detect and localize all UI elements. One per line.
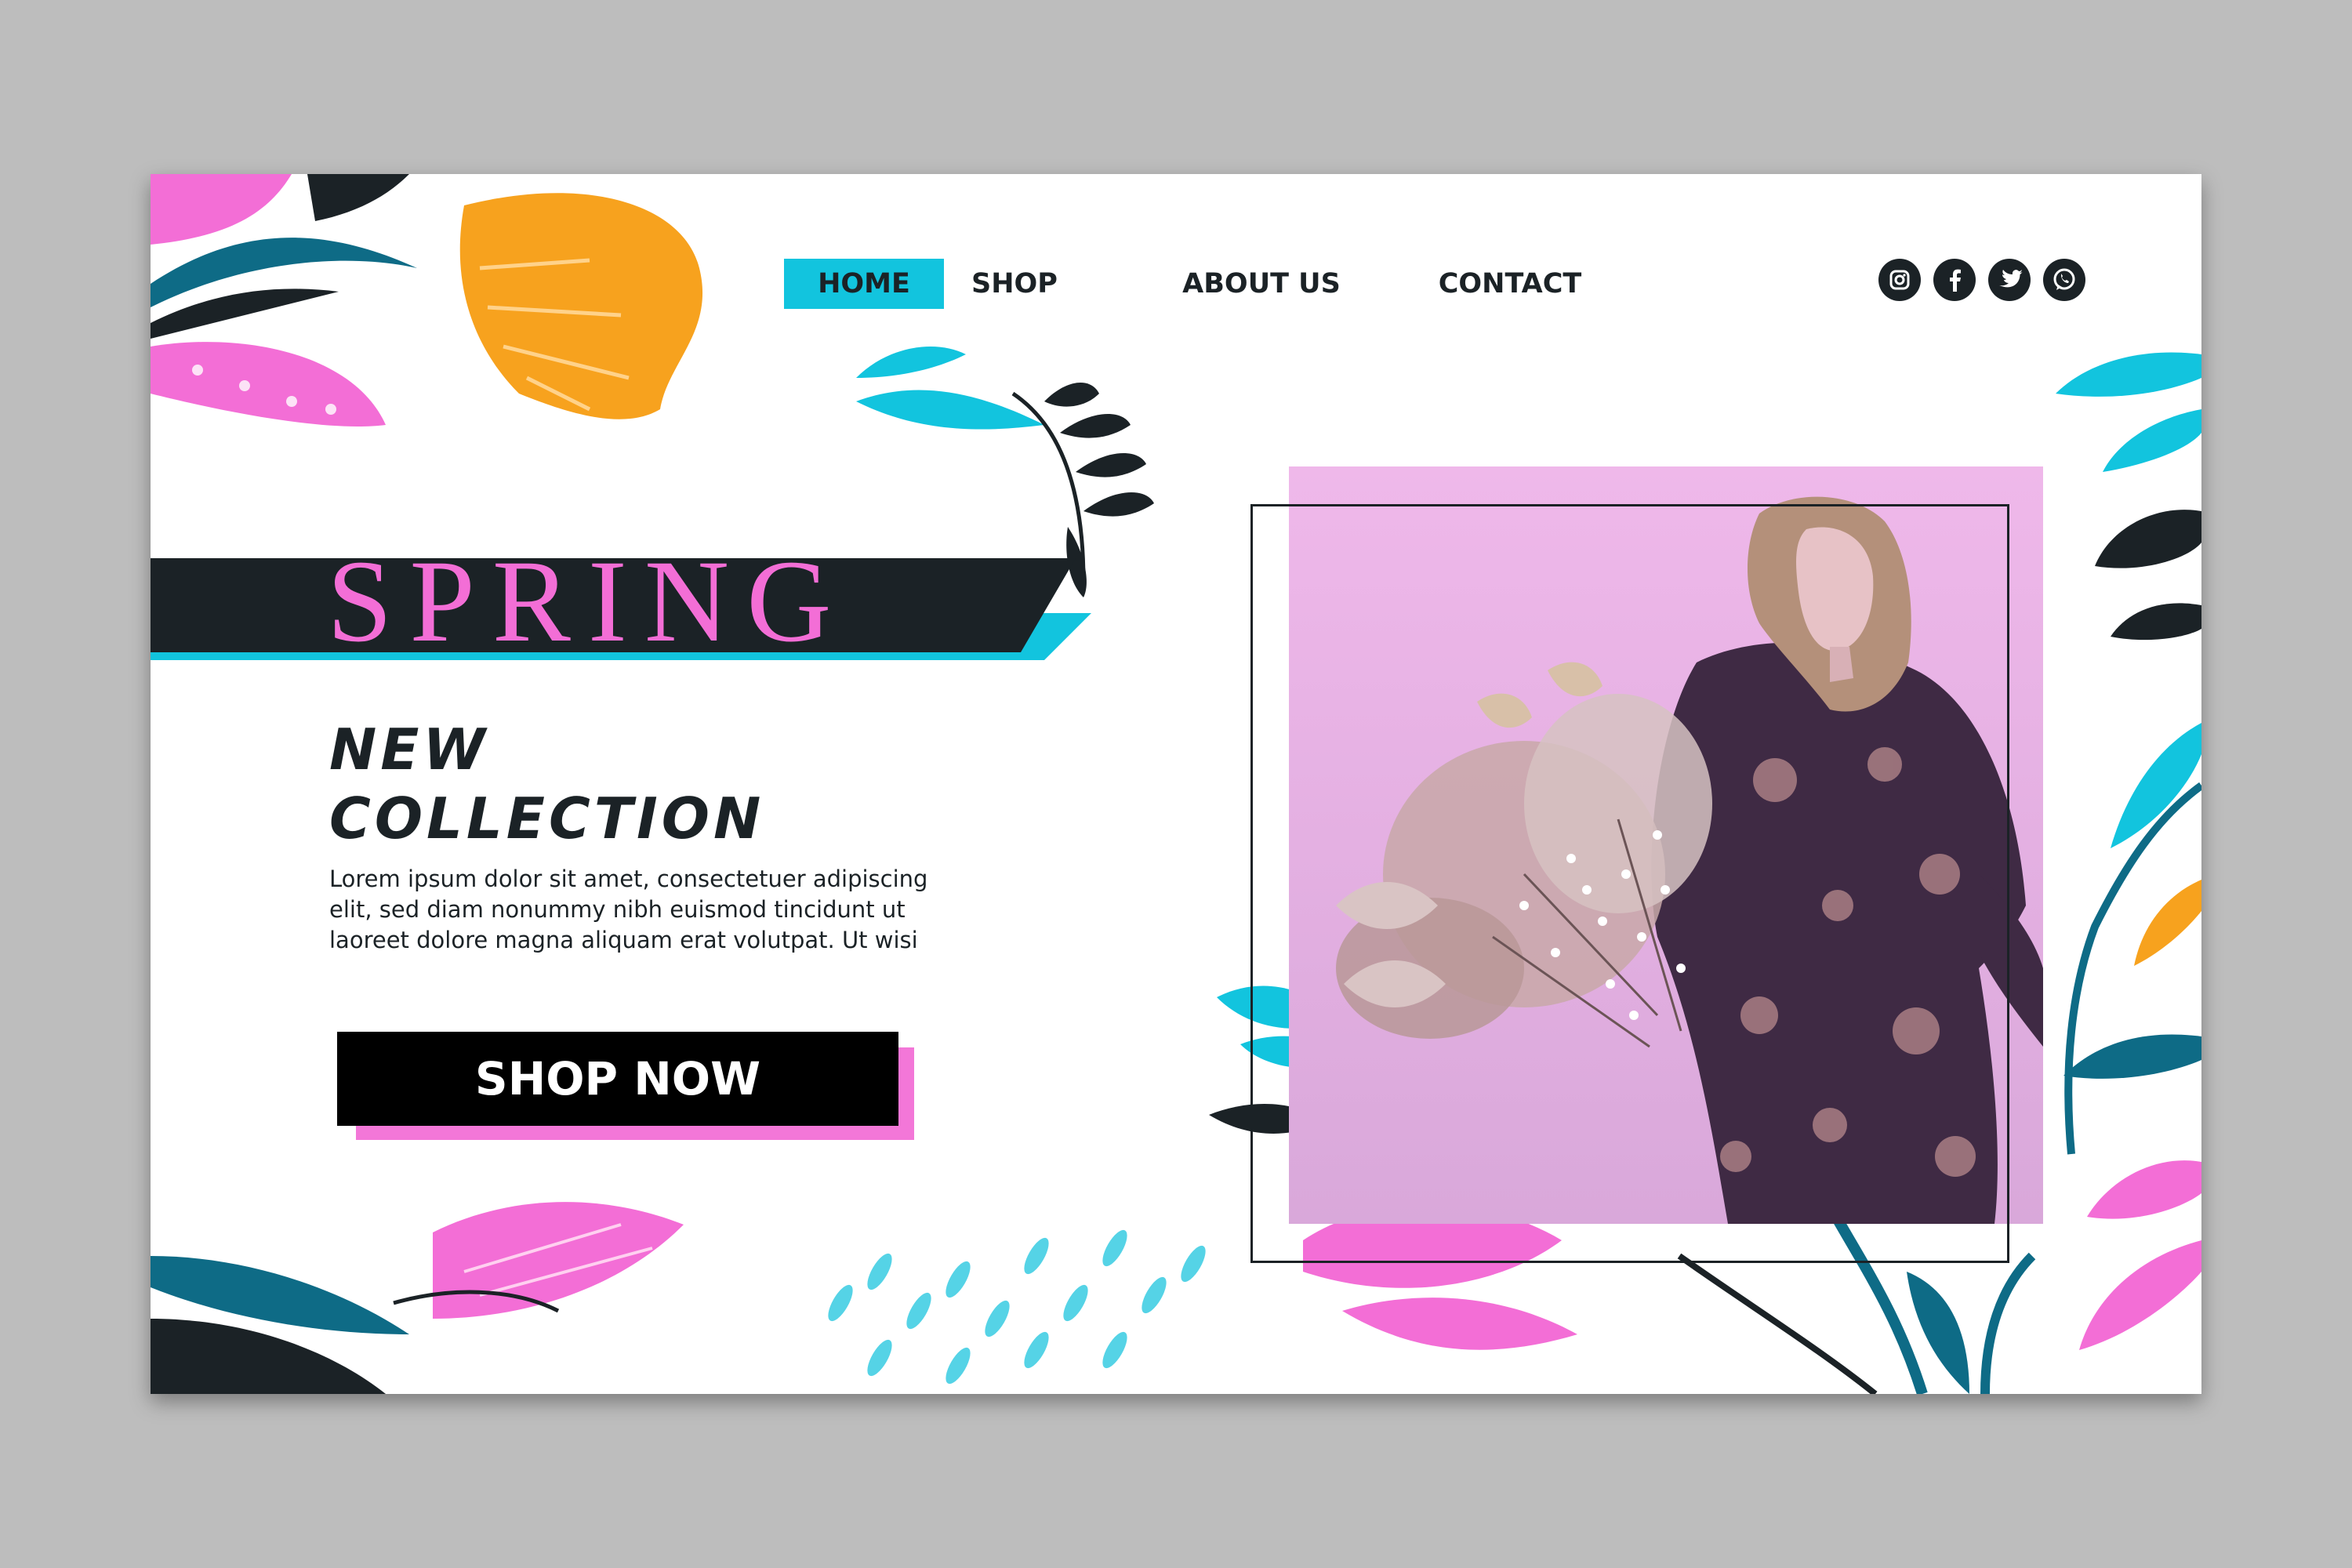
facebook-icon[interactable] — [1933, 259, 1976, 301]
collection-headline: NEW COLLECTION — [329, 715, 764, 853]
nav-about-us[interactable]: ABOUT US — [1171, 259, 1352, 309]
instagram-icon[interactable] — [1878, 259, 1921, 301]
nav-shop[interactable]: SHOP — [960, 259, 1069, 309]
description-line-3: laoreet dolore magna aliquam erat volutp… — [329, 927, 918, 953]
description-line-1: Lorem ipsum dolor sit amet, consectetuer… — [329, 866, 928, 892]
landing-page-card: HOME SHOP ABOUT US CONTACT SPRING NEW CO… — [151, 174, 2201, 1394]
spring-title: SPRING — [327, 536, 849, 666]
hero-description: Lorem ipsum dolor sit amet, consectetuer… — [329, 864, 1035, 956]
headline-line-1: NEW — [329, 717, 489, 782]
description-line-2: elit, sed diam nonummy nibh euismod tinc… — [329, 896, 906, 923]
shop-now-button[interactable]: SHOP NOW — [337, 1032, 898, 1126]
twitter-icon[interactable] — [1988, 259, 2031, 301]
whatsapp-icon[interactable] — [2043, 259, 2085, 301]
nav-contact[interactable]: CONTACT — [1422, 259, 1598, 309]
headline-line-2: COLLECTION — [329, 786, 765, 851]
photo-frame — [1250, 504, 2009, 1263]
nav-home[interactable]: HOME — [784, 259, 944, 309]
